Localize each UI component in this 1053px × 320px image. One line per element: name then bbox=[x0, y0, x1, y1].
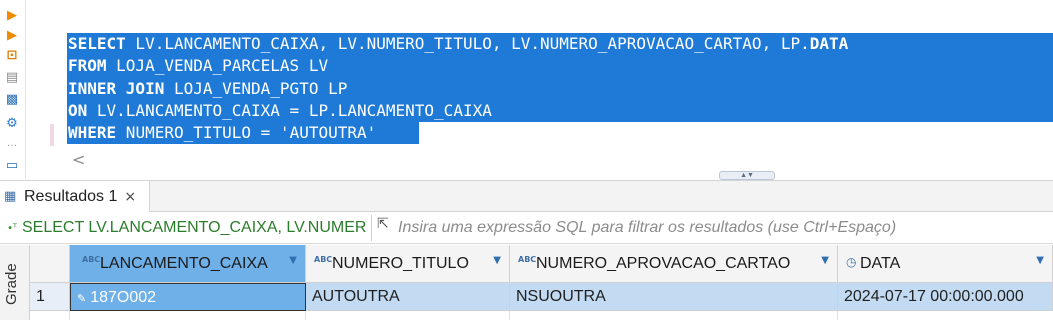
new-script-icon[interactable]: ▭ bbox=[4, 158, 20, 174]
column-name: DATA bbox=[860, 254, 901, 272]
cell-value: 187O002 bbox=[90, 289, 157, 306]
column-header-numero-aprovacao-cartao[interactable]: ABC NUMERO_APROVACAO_CARTAO ▼ bbox=[510, 245, 838, 283]
results-tabbar: ▦ Resultados 1 × bbox=[0, 180, 1053, 212]
table-cell[interactable]: NSUOUTRA bbox=[510, 283, 838, 311]
grid-view-toggle[interactable]: Grade bbox=[0, 245, 30, 320]
sql-text: LV.LANCAMENTO_CAIXA = LP.LANCAMENTO_CAIX… bbox=[87, 101, 492, 120]
selection-end-mask bbox=[419, 122, 1053, 145]
sql-query-icon: •ᵀ bbox=[7, 222, 17, 234]
sql-line-3[interactable]: INNER JOIN LOJA_VENDA_PGTO LP bbox=[68, 78, 347, 100]
more-icon[interactable]: … bbox=[4, 136, 20, 152]
expand-icon[interactable]: ⇱ bbox=[377, 216, 389, 232]
empty-row bbox=[306, 311, 510, 320]
text-type-icon: ABC bbox=[314, 255, 333, 264]
run-script-icon[interactable]: ▶ bbox=[4, 28, 20, 44]
sort-icon[interactable]: ▼ bbox=[289, 255, 297, 266]
sql-keyword: SELECT bbox=[68, 34, 126, 53]
sql-text: NUMERO_TITULO = 'AUTOUTRA' bbox=[116, 123, 377, 142]
table-cell[interactable]: AUTOUTRA bbox=[306, 283, 510, 311]
panel-splitter-handle[interactable]: ▲▼ bbox=[719, 171, 775, 180]
column-name: NUMERO_APROVACAO_CARTAO bbox=[536, 254, 791, 272]
empty-row bbox=[30, 311, 70, 320]
sql-text: LOJA_VENDA_PARCELAS LV bbox=[106, 56, 329, 75]
executed-query-text: SELECT LV.LANCAMENTO_CAIXA, LV.NUMER bbox=[22, 219, 367, 236]
run-statement-icon[interactable]: ▶ bbox=[4, 8, 20, 24]
table-icon: ▦ bbox=[4, 189, 17, 204]
sort-icon[interactable]: ▼ bbox=[493, 255, 501, 266]
empty-row bbox=[70, 311, 306, 320]
sql-keyword: WHERE bbox=[68, 123, 117, 142]
text-type-icon: ABC bbox=[82, 255, 101, 264]
settings-icon[interactable]: ⚙ bbox=[4, 116, 20, 132]
text-type-icon: ABC bbox=[518, 255, 537, 264]
executed-query-label[interactable]: •ᵀ SELECT LV.LANCAMENTO_CAIXA, LV.NUMER bbox=[2, 215, 372, 241]
explain-icon[interactable]: ⊡ bbox=[4, 48, 20, 64]
fold-marker bbox=[50, 124, 54, 146]
console-icon[interactable]: ▩ bbox=[4, 92, 20, 108]
clock-icon: ◷ bbox=[846, 254, 857, 269]
sql-text: LV.LANCAMENTO_CAIXA, LV.NUMERO_TITULO, L… bbox=[125, 34, 810, 53]
sql-text: LOJA_VENDA_PGTO LP bbox=[164, 79, 348, 98]
scroll-left-icon[interactable]: < bbox=[72, 150, 85, 169]
row-number-header[interactable] bbox=[30, 245, 70, 283]
filter-input[interactable] bbox=[398, 217, 1048, 239]
tab-results-1[interactable]: ▦ Resultados 1 × bbox=[0, 181, 150, 212]
column-header-data[interactable]: ◷ DATA ▼ bbox=[838, 245, 1053, 283]
sort-icon[interactable]: ▼ bbox=[1036, 255, 1044, 266]
grid-label: Grade bbox=[3, 263, 20, 305]
previous-line-fragment bbox=[68, 0, 1048, 5]
sql-line-5[interactable]: WHERE NUMERO_TITULO = 'AUTOUTRA' bbox=[68, 122, 376, 144]
table-cell-selected[interactable]: ✎ 187O002 bbox=[70, 283, 306, 311]
sql-line-1[interactable]: SELECT LV.LANCAMENTO_CAIXA, LV.NUMERO_TI… bbox=[68, 33, 848, 55]
column-header-numero-titulo[interactable]: ABC NUMERO_TITULO ▼ bbox=[306, 245, 510, 283]
tab-label: Resultados 1 bbox=[24, 187, 118, 205]
close-icon[interactable]: × bbox=[124, 189, 136, 205]
filter-bar: •ᵀ SELECT LV.LANCAMENTO_CAIXA, LV.NUMER … bbox=[0, 212, 1053, 244]
table-cell[interactable]: 2024-07-17 00:00:00.000 bbox=[838, 283, 1053, 311]
edit-cell-icon: ✎ bbox=[77, 292, 87, 305]
sql-line-2[interactable]: FROM LOJA_VENDA_PARCELAS LV bbox=[68, 55, 328, 77]
row-number[interactable]: 1 bbox=[30, 283, 70, 311]
script-file-icon[interactable]: ▤ bbox=[4, 70, 20, 86]
sql-line-4[interactable]: ON LV.LANCAMENTO_CAIXA = LP.LANCAMENTO_C… bbox=[68, 100, 492, 122]
column-name: NUMERO_TITULO bbox=[332, 254, 469, 272]
sort-icon[interactable]: ▼ bbox=[821, 255, 829, 266]
sql-keyword: FROM bbox=[68, 56, 107, 75]
column-name: LANCAMENTO_CAIXA bbox=[100, 254, 268, 272]
sql-keyword: DATA bbox=[809, 34, 849, 53]
column-header-lancamento-caixa[interactable]: ABC LANCAMENTO_CAIXA ▼ bbox=[70, 245, 306, 283]
empty-row bbox=[510, 311, 838, 320]
results-grid[interactable]: ABC LANCAMENTO_CAIXA ▼ ABC NUMERO_TITULO… bbox=[30, 245, 1053, 320]
sql-keyword: INNER JOIN bbox=[68, 79, 165, 98]
sql-editor[interactable]: ▶ ▶ ⊡ ▤ ▩ ⚙ … ▭ SELECT LV.LANCAMENTO_CAI… bbox=[0, 0, 1053, 180]
editor-toolbar: ▶ ▶ ⊡ ▤ ▩ ⚙ … ▭ bbox=[0, 0, 26, 178]
sql-keyword: ON bbox=[68, 101, 88, 120]
